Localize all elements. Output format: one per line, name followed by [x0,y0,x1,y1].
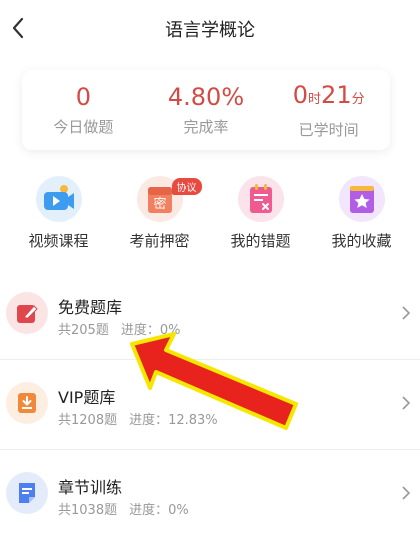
progress-text: 进度：0% [120,323,181,338]
stats-card: 0 今日做题 4.80% 完成率 0时21分 已学时间 [22,70,390,150]
list-item-title: 免费题库 [58,298,123,317]
question-count: 共1208题 [58,413,118,428]
shortcut-wrong-questions-label: 我的错题 [230,232,291,250]
study-minutes: 21 [321,80,352,109]
wrong-questions-icon [237,176,284,222]
list-item-title: VIP题库 [58,388,116,407]
video-icon [35,176,82,222]
stat-completion-value: 4.80% [167,83,245,111]
study-hours: 0 [292,80,309,109]
list-item-meta: 共205题 进度：0% [58,319,180,338]
download-icon [6,382,48,424]
stat-today-label: 今日做题 [53,118,114,136]
stat-study-time: 0时21分 已学时间 [267,70,390,150]
agreement-badge: 协议 [171,178,202,195]
list-item-title: 章节训练 [58,478,123,497]
stat-study-time-value: 0时21分 [293,81,365,114]
shortcut-video-course-label: 视频课程 [28,232,89,250]
secret-icon-text: 密 [153,196,166,212]
question-bank-list: 免费题库 共205题进度：0% VIP题库 共1208题进度：12.83% [0,270,420,540]
shortcut-my-favorites[interactable]: 我的收藏 [312,176,412,262]
shortcut-my-favorites-label: 我的收藏 [331,232,392,250]
shortcut-wrong-questions[interactable]: 我的错题 [211,176,311,262]
question-count: 共1038题 [58,503,118,518]
hours-unit: 时 [308,91,322,107]
stat-study-time-label: 已学时间 [298,120,359,139]
shortcut-exam-secret[interactable]: 密 协议 考前押密 [110,176,210,262]
stat-today-value: 0 [75,83,91,111]
list-item-meta: 共1208题 进度：12.83% [58,409,218,428]
chevron-right-icon [402,486,410,500]
document-icon [6,472,48,514]
list-item-vip-bank[interactable]: VIP题库 共1208题 进度：12.83% [0,360,420,450]
stat-completion-label: 完成率 [183,118,229,136]
question-count: 共205题 [58,323,109,338]
list-item-free-bank[interactable]: 免费题库 共205题 进度：0% [0,270,420,360]
progress-text: 进度：0% [129,503,189,518]
shortcut-video-course[interactable]: 视频课程 [9,176,109,262]
shortcut-row: 视频课程 密 协议 考前押密 我的错题 我的收藏 [0,176,420,262]
star-icon [338,176,385,222]
chevron-right-icon [402,306,410,320]
stat-completion: 4.80% 完成率 [145,70,268,150]
edit-icon [6,292,48,334]
list-item-chapter-training[interactable]: 章节训练 共1038题 进度：0% [0,450,420,540]
progress-text: 进度：12.83% [129,413,218,428]
stat-today: 0 今日做题 [22,70,145,150]
header: 语言学概论 [0,0,420,56]
shortcut-exam-secret-label: 考前押密 [129,232,190,250]
list-item-meta: 共1038题 进度：0% [58,499,189,518]
page-title: 语言学概论 [165,20,255,41]
minutes-unit: 分 [351,91,365,107]
chevron-right-icon [402,396,410,410]
